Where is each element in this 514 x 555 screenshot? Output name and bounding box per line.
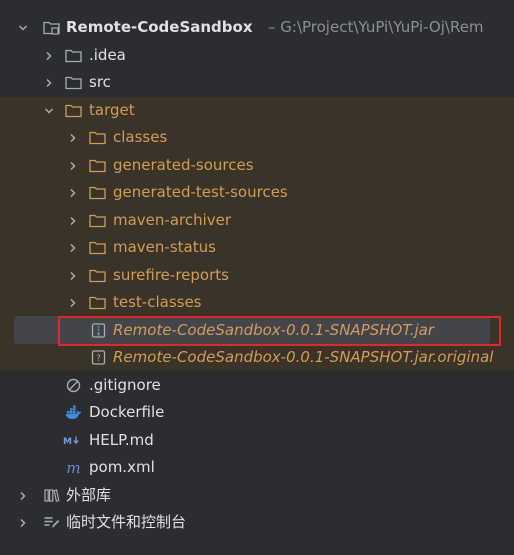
tree-row-gitignore[interactable]: .gitignore [0,372,514,399]
folder-icon [64,42,82,69]
chevron-right-icon[interactable] [16,482,30,509]
item-label: Dockerfile [89,403,165,421]
chevron-right-icon[interactable] [66,234,80,261]
item-label: test-classes [113,293,202,311]
chevron-right-icon[interactable] [66,179,80,206]
item-label: maven-status [113,238,216,256]
library-icon [42,482,60,509]
project-tree: Remote-CodeSandbox – G:\Project\YuPi\YuP… [0,0,514,555]
chevron-right-icon[interactable] [66,124,80,151]
chevron-right-icon[interactable] [42,42,56,69]
tree-row-jar-original[interactable]: ? Remote-CodeSandbox-0.0.1-SNAPSHOT.jar.… [0,344,514,371]
excluded-folder-icon [88,179,106,206]
tree-row-src[interactable]: src [0,69,514,96]
item-label: HELP.md [89,431,154,449]
chevron-right-icon[interactable] [42,69,56,96]
chevron-right-icon[interactable] [66,289,80,316]
item-label: src [89,73,111,91]
tree-row-test-classes[interactable]: test-classes [0,289,514,316]
item-label: Remote-CodeSandbox-0.0.1-SNAPSHOT.jar.or… [113,348,494,366]
excluded-folder-icon [88,234,106,261]
item-label: classes [113,128,168,146]
tree-row-surefire-reports[interactable]: surefire-reports [0,262,514,289]
item-label: generated-sources [113,156,254,174]
chevron-down-icon[interactable] [42,97,56,124]
svg-text:m: m [66,460,80,475]
tree-row-help[interactable]: M HELP.md [0,427,514,454]
svg-text:?: ? [96,354,101,364]
item-label: 外部库 [66,486,112,504]
tree-row-maven-status[interactable]: maven-status [0,234,514,261]
docker-icon [64,399,82,426]
folder-icon [64,69,82,96]
module-folder-icon [42,14,60,41]
unknown-file-icon: ? [89,344,107,371]
markdown-icon: M [63,427,81,454]
excluded-folder-icon [64,97,82,124]
item-label: pom.xml [89,458,155,476]
excluded-folder-icon [88,262,106,289]
tree-row-external-libraries[interactable]: 外部库 [0,482,514,509]
item-label: .gitignore [89,376,161,394]
tree-row-project-root[interactable]: Remote-CodeSandbox – G:\Project\YuPi\YuP… [0,14,514,41]
item-label: target [89,101,135,119]
excluded-folder-icon [88,152,106,179]
scratches-icon [42,509,60,536]
tree-row-dockerfile[interactable]: Dockerfile [0,399,514,426]
tree-row-maven-archiver[interactable]: maven-archiver [0,207,514,234]
tree-row-generated-test-sources[interactable]: generated-test-sources [0,179,514,206]
item-label: .idea [89,46,126,64]
project-name: Remote-CodeSandbox [66,18,253,36]
tree-row-pom[interactable]: m pom.xml [0,454,514,481]
maven-icon: m [64,454,82,481]
highlight-annotation-box [58,316,501,346]
excluded-folder-icon [88,289,106,316]
chevron-right-icon[interactable] [66,262,80,289]
tree-row-classes[interactable]: classes [0,124,514,151]
item-label: generated-test-sources [113,183,288,201]
project-path: – G:\Project\YuPi\YuPi-Oj\Rem [268,18,484,36]
item-label: maven-archiver [113,211,232,229]
svg-text:M: M [63,437,72,447]
item-label: 临时文件和控制台 [66,513,187,531]
tree-row-scratches[interactable]: 临时文件和控制台 [0,509,514,536]
tree-row-generated-sources[interactable]: generated-sources [0,152,514,179]
chevron-right-icon[interactable] [66,207,80,234]
chevron-down-icon[interactable] [16,14,30,41]
chevron-right-icon[interactable] [16,509,30,536]
tree-row-target[interactable]: target [0,97,514,124]
tree-row-idea[interactable]: .idea [0,42,514,69]
chevron-right-icon[interactable] [66,152,80,179]
excluded-folder-icon [88,124,106,151]
excluded-folder-icon [88,207,106,234]
item-label: surefire-reports [113,266,229,284]
ignore-file-icon [64,372,82,399]
